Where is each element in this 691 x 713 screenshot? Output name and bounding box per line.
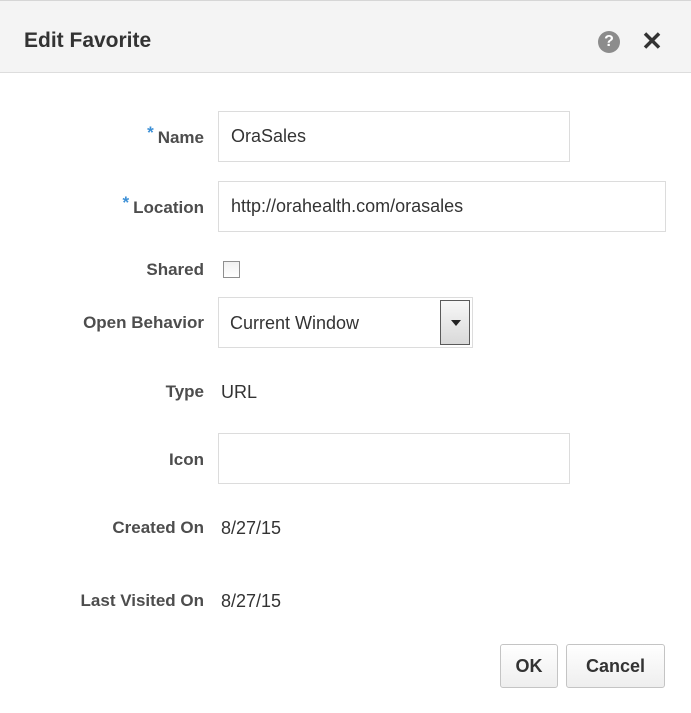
- dropdown-button[interactable]: [440, 300, 470, 345]
- type-value: URL: [221, 382, 258, 402]
- ok-button[interactable]: OK: [500, 644, 558, 688]
- close-icon[interactable]: ✕: [640, 28, 664, 54]
- open-behavior-select[interactable]: Current Window: [218, 297, 473, 348]
- name-label: * Name: [147, 123, 204, 148]
- chevron-down-icon: [451, 320, 461, 326]
- created-on-label: Created On: [112, 518, 204, 537]
- location-label: * Location: [123, 193, 204, 218]
- open-behavior-label: Open Behavior: [83, 313, 204, 332]
- help-icon[interactable]: ?: [598, 31, 620, 53]
- location-label-text: Location: [133, 198, 204, 217]
- shared-label: Shared: [146, 260, 204, 279]
- required-marker: *: [122, 193, 130, 212]
- name-label-text: Name: [157, 128, 204, 147]
- open-behavior-value: Current Window: [230, 313, 360, 333]
- cancel-button[interactable]: Cancel: [566, 644, 665, 688]
- dialog-titlebar: Edit Favorite ? ✕: [0, 0, 691, 73]
- required-marker: *: [147, 123, 154, 142]
- dialog-title: Edit Favorite: [24, 29, 152, 52]
- icon-input[interactable]: [218, 433, 570, 484]
- name-input[interactable]: OraSales: [218, 111, 570, 162]
- icon-label: Icon: [169, 450, 204, 469]
- created-on-value: 8/27/15: [221, 518, 282, 538]
- edit-favorite-dialog: Edit Favorite ? ✕ * Name OraSales * Locati…: [0, 0, 691, 713]
- shared-checkbox[interactable]: [223, 261, 240, 278]
- location-input[interactable]: http://orahealth.com/orasales: [218, 181, 666, 232]
- last-visited-value: 8/27/15: [221, 591, 282, 611]
- type-label: Type: [165, 382, 204, 401]
- last-visited-label: Last Visited On: [80, 591, 204, 610]
